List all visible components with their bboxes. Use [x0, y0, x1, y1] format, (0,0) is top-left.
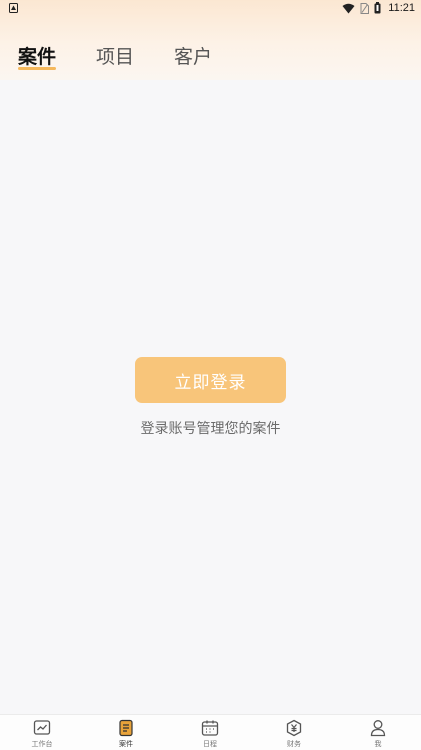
calendar-icon [201, 720, 219, 736]
sim-icon [360, 2, 370, 14]
tab-projects[interactable]: 项目 [96, 44, 134, 70]
nav-item-me[interactable]: 我 [348, 719, 408, 749]
login-button[interactable]: 立即登录 [135, 357, 286, 403]
nav-label-cases: 案件 [119, 740, 133, 748]
yuan-icon [286, 719, 302, 737]
status-time: 11:21 [388, 2, 415, 14]
notification-icon [9, 3, 18, 13]
person-icon [370, 720, 386, 737]
chart-icon [33, 720, 51, 735]
active-tab-indicator [18, 67, 56, 70]
document-icon [119, 719, 133, 737]
nav-item-cases[interactable]: 案件 [96, 719, 156, 749]
nav-item-schedule[interactable]: 日程 [180, 719, 240, 749]
login-hint: 登录账号管理您的案件 [140, 421, 281, 437]
nav-item-finance[interactable]: 财务 [264, 719, 324, 749]
nav-item-workbench[interactable]: 工作台 [12, 719, 72, 749]
top-tabs: 案件 项目 客户 [0, 44, 421, 74]
nav-label-me: 我 [374, 740, 382, 748]
wifi-icon [342, 3, 355, 13]
nav-label-finance: 财务 [287, 740, 301, 748]
tab-clients[interactable]: 客户 [174, 44, 212, 70]
nav-label-schedule: 日程 [203, 740, 217, 748]
login-prompt: 立即登录 登录账号管理您的案件 [0, 357, 421, 438]
battery-icon [374, 2, 381, 14]
status-bar: 11:21 [0, 0, 421, 18]
bottom-nav: 工作台 案件 日程 财务 我 [0, 714, 421, 750]
nav-label-workbench: 工作台 [31, 740, 53, 748]
